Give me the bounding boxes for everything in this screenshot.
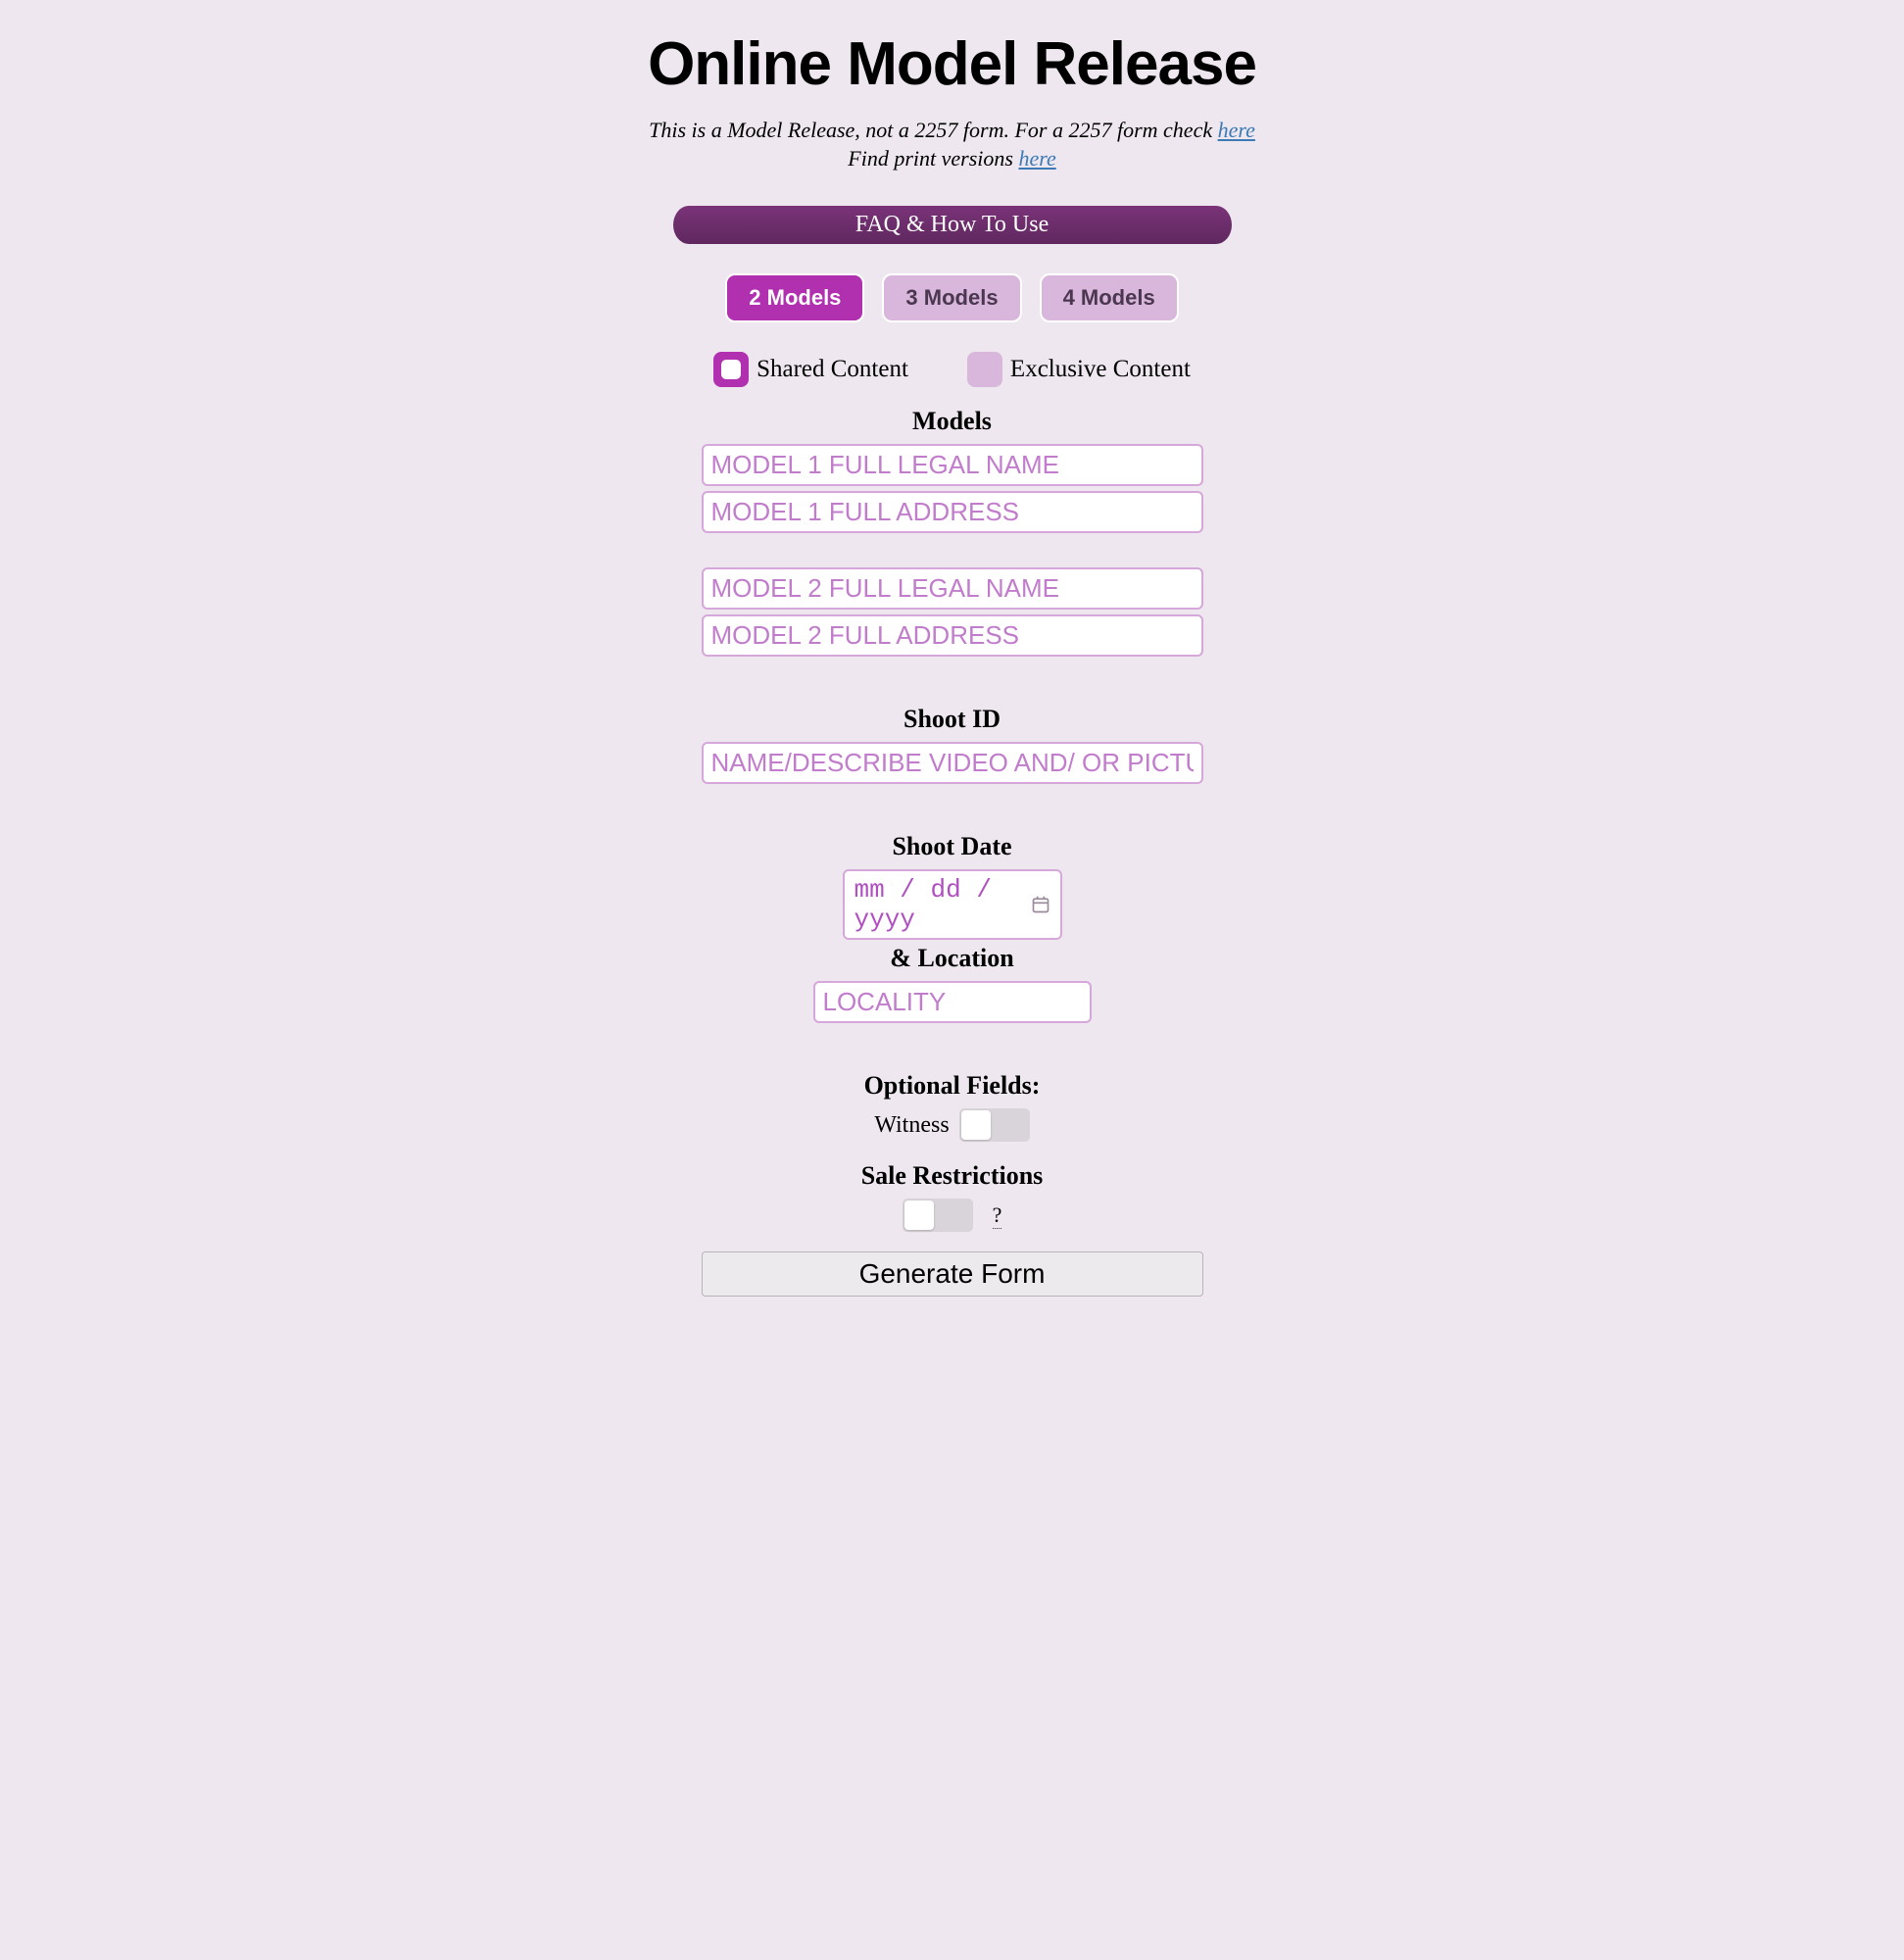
heading-optional-fields: Optional Fields: xyxy=(463,1071,1442,1101)
checkbox-shared-content[interactable] xyxy=(713,352,749,387)
label-shared-content: Shared Content xyxy=(757,356,908,383)
heading-models: Models xyxy=(463,407,1442,436)
input-shoot-date[interactable]: mm / dd / yyyy xyxy=(843,869,1062,940)
calendar-icon[interactable] xyxy=(1031,895,1050,914)
toggle-witness[interactable] xyxy=(959,1108,1030,1142)
date-placeholder-text: mm / dd / yyyy xyxy=(854,875,1031,934)
heading-and-location: & Location xyxy=(463,944,1442,973)
tab-2-models[interactable]: 2 Models xyxy=(725,273,864,322)
link-2257-here[interactable]: here xyxy=(1218,118,1255,142)
input-shoot-id[interactable] xyxy=(702,742,1203,784)
input-locality[interactable] xyxy=(813,981,1092,1023)
input-model2-name[interactable] xyxy=(702,567,1203,610)
input-model1-address[interactable] xyxy=(702,491,1203,533)
subtitle: This is a Model Release, not a 2257 form… xyxy=(463,117,1442,172)
heading-shoot-date: Shoot Date xyxy=(463,832,1442,861)
heading-shoot-id: Shoot ID xyxy=(463,705,1442,734)
generate-form-button[interactable]: Generate Form xyxy=(702,1251,1203,1297)
label-witness: Witness xyxy=(874,1112,949,1139)
input-model1-name[interactable] xyxy=(702,444,1203,486)
checkbox-exclusive-content[interactable] xyxy=(967,352,1002,387)
subtitle-line1-text: This is a Model Release, not a 2257 form… xyxy=(649,118,1218,142)
tab-3-models[interactable]: 3 Models xyxy=(882,273,1021,322)
sale-restrictions-help[interactable]: ? xyxy=(993,1202,1002,1229)
toggle-sale-restrictions[interactable] xyxy=(903,1199,973,1232)
heading-sale-restrictions: Sale Restrictions xyxy=(463,1161,1442,1191)
label-exclusive-content: Exclusive Content xyxy=(1010,356,1191,383)
faq-bar[interactable]: FAQ & How To Use xyxy=(673,206,1232,244)
link-print-here[interactable]: here xyxy=(1018,146,1055,171)
content-type-row: Shared Content Exclusive Content xyxy=(463,352,1442,387)
tab-4-models[interactable]: 4 Models xyxy=(1040,273,1179,322)
model-count-tabs: 2 Models 3 Models 4 Models xyxy=(463,273,1442,322)
input-model2-address[interactable] xyxy=(702,614,1203,657)
subtitle-line2-text: Find print versions xyxy=(848,146,1018,171)
page-title: Online Model Release xyxy=(463,29,1442,99)
